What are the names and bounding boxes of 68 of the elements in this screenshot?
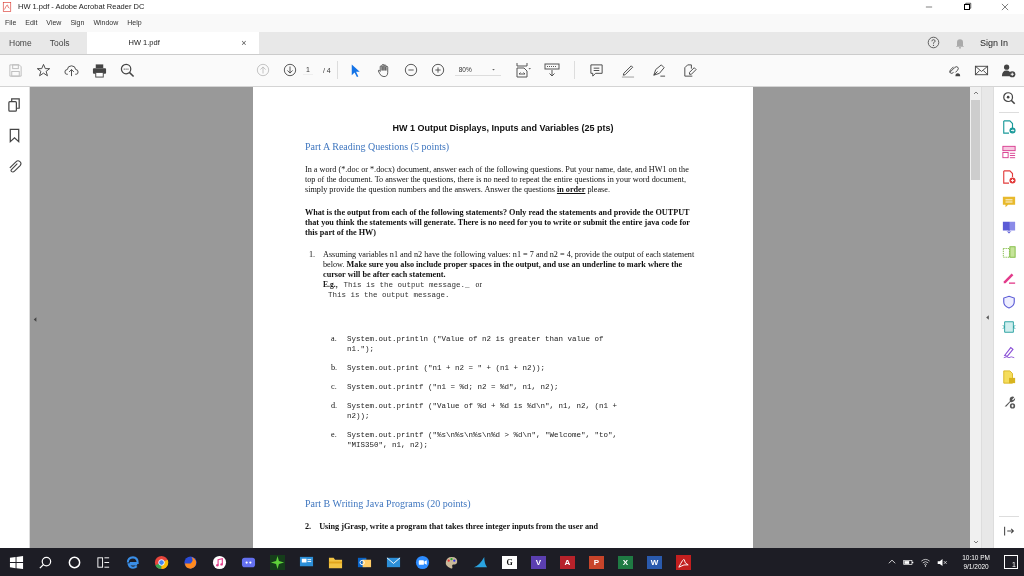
add-user-icon[interactable] <box>1001 62 1016 78</box>
app-tile-icon[interactable]: A <box>560 555 575 569</box>
list-number: 2. <box>305 521 312 532</box>
cloud-upload-icon[interactable] <box>64 62 79 78</box>
combine-pages-icon[interactable] <box>1002 219 1016 234</box>
highlight-pen-icon[interactable] <box>619 62 635 78</box>
browser-e-icon[interactable] <box>125 554 140 570</box>
document-pen-icon[interactable] <box>681 62 697 78</box>
close-tab-button[interactable]: × <box>241 37 247 48</box>
music-note-icon[interactable] <box>212 554 227 570</box>
layout-icon[interactable] <box>1002 144 1016 159</box>
paragraph: What is the output from each of the following statements? Only read the statements and provide the OUTPUT that you think the statements will generate. There is no need for you to write or submit the entire java code for this part of the HW) <box>305 207 691 238</box>
wifi-icon[interactable] <box>920 556 932 568</box>
sparkle-icon[interactable] <box>270 554 285 570</box>
app-tile-icon[interactable]: G <box>502 555 517 569</box>
paperclip-icon[interactable] <box>7 158 22 174</box>
scroll-mode-icon[interactable] <box>543 62 560 79</box>
zoom-in-icon[interactable] <box>430 63 445 78</box>
fountain-pen-icon[interactable] <box>650 62 666 78</box>
list-letter: e. <box>331 429 338 441</box>
fox-globe-icon[interactable] <box>183 554 198 570</box>
close-icon[interactable] <box>1000 1 1010 12</box>
help-icon[interactable] <box>926 36 940 50</box>
windows-icon[interactable] <box>9 554 24 570</box>
app-tile-icon[interactable]: V <box>531 555 546 569</box>
zoom-search-icon[interactable] <box>120 62 135 78</box>
tab[interactable]: Tools <box>40 31 79 54</box>
section-heading: Part A Reading Questions (5 points) <box>305 140 451 153</box>
chrome-ball-icon[interactable] <box>154 554 169 570</box>
question-text: Using jGrasp, write a program that takes three integer inputs from the user and <box>319 521 599 532</box>
paint-palette-icon[interactable] <box>444 554 459 570</box>
video-camera-icon[interactable] <box>415 554 430 570</box>
bookmark-icon[interactable] <box>7 127 22 143</box>
list-number: 1. <box>309 249 317 261</box>
zoom-icon[interactable] <box>1002 90 1016 105</box>
fit-page-icon[interactable] <box>514 62 531 79</box>
app-tile-icon[interactable]: W <box>647 555 662 569</box>
hand-icon[interactable] <box>375 62 391 78</box>
task-view-icon[interactable] <box>96 554 111 570</box>
search-icon[interactable] <box>38 554 53 570</box>
app-tile-icon[interactable]: P <box>589 555 604 569</box>
signature-pen-icon[interactable] <box>1002 344 1016 359</box>
pdf-app-icon[interactable] <box>676 554 691 570</box>
list-letter: a. <box>331 333 338 345</box>
envelope-icon[interactable] <box>386 554 401 570</box>
print-icon[interactable] <box>92 62 107 78</box>
tab[interactable]: Home <box>0 31 41 54</box>
list-letter: b. <box>331 362 339 373</box>
scan-document-icon[interactable] <box>1002 319 1016 334</box>
speaker-muted-icon[interactable] <box>937 556 949 568</box>
document-heading: HW 1 Output Displays, Inputs and Variables (25 pts) <box>391 122 615 133</box>
comment-icon[interactable] <box>588 62 604 78</box>
list-letter: c. <box>331 381 338 392</box>
section-heading: Part B Writing Java Programs (20 points) <box>305 497 472 510</box>
copy-pages-icon[interactable] <box>7 96 22 112</box>
scrollbar-thumb[interactable] <box>971 99 980 180</box>
zoom-out-icon[interactable] <box>403 63 418 78</box>
paragraph: In a word (*.doc or *.docx) document, answer each of the following questions. Put your name, date, and HW1 on the top of the document. To answer the questions, there is no need to repeat the entire questions in your word document, simply provide the question numbers and the answers. Answer the questions in order please. <box>305 164 690 195</box>
question-text: Assuming variables n1 and n2 have the following values: n1 = 7 and n2 = 4, provide the output of each statement below. Make sure you also include proper spaces in the output, and use an underline to mark where the cursor will be after each statement. <box>323 249 696 280</box>
restore-icon[interactable] <box>962 1 972 12</box>
circle-icon[interactable] <box>67 554 82 570</box>
shield-icon[interactable] <box>1002 294 1016 309</box>
star-icon[interactable] <box>36 62 51 78</box>
app-tile-icon[interactable]: X <box>618 555 633 569</box>
document-plus-icon[interactable] <box>1002 169 1016 184</box>
list-letter: d. <box>331 400 339 412</box>
sign-in-link[interactable]: Sign In <box>979 37 1008 48</box>
document-arrow-icon[interactable] <box>1002 119 1016 134</box>
